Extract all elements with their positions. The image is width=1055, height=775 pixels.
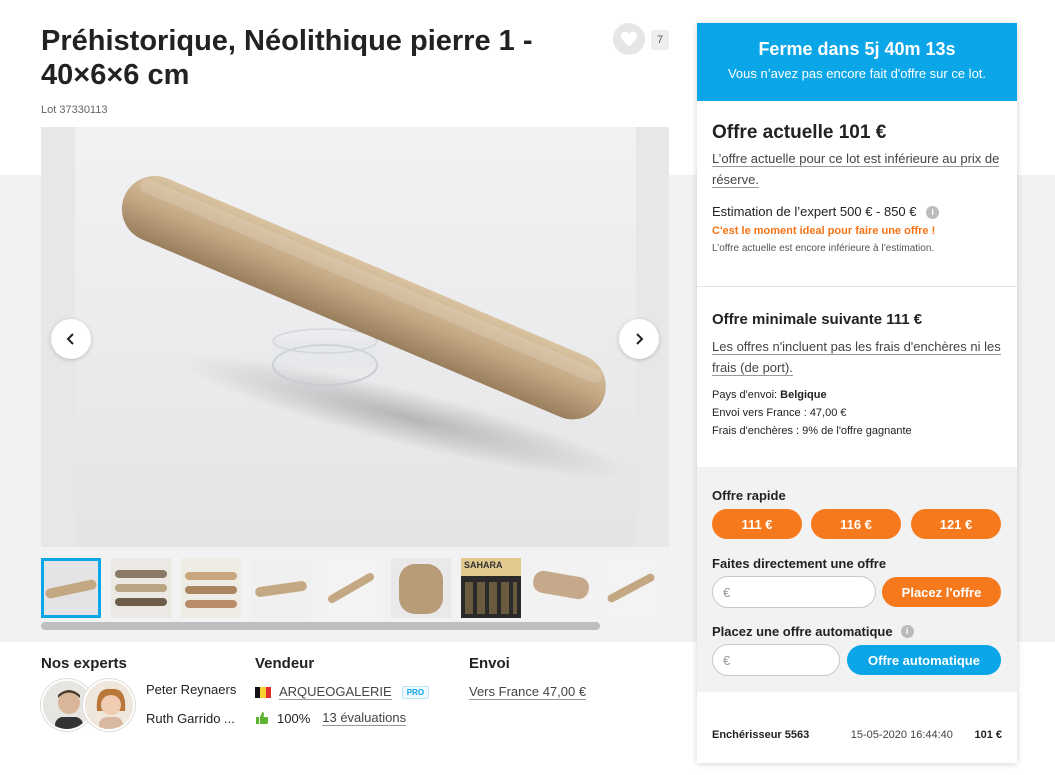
image-viewer[interactable] [41, 127, 669, 547]
seller-rating-row: 100% 13 évaluations [255, 710, 407, 726]
direct-bid-label: Faites directement une offre [712, 556, 887, 571]
auto-bid-input[interactable]: € [712, 644, 840, 676]
thumbs-up-icon [256, 712, 268, 724]
ship-country: Belgique [780, 389, 827, 401]
expert-estimate: Estimation de l’expert 500 € - 850 € [712, 204, 917, 219]
scrollbar-thumb[interactable] [41, 622, 600, 630]
info-icon[interactable]: i [900, 625, 914, 638]
below-estimate-note: L’offre actuelle est encore inférieure à… [712, 243, 935, 255]
estimate-row: Estimation de l’expert 500 € - 850 € i [712, 204, 1002, 220]
min-next-bid: Offre minimale suivante 111 € [712, 311, 923, 328]
fees-note-link[interactable]: Les offres n'incluent pas les frais d'en… [712, 339, 1001, 376]
bid-history-row: Enchérisseur 5563 15-05-2020 16:44:40 10… [712, 729, 1002, 741]
shipping-link[interactable]: Vers France 47,00 € [469, 684, 587, 700]
next-image-button[interactable] [619, 319, 659, 359]
lot-title: Préhistorique, Néolithique pierre 1 - 40… [41, 25, 533, 91]
chevron-left-icon [66, 333, 74, 345]
countdown-timer: Ferme dans 5j 40m 13s [758, 39, 956, 59]
lot-photo[interactable] [75, 127, 636, 547]
thumbnail[interactable] [251, 558, 311, 618]
thumbnail[interactable] [601, 558, 661, 618]
thumbnail-strip: SAHARA [41, 558, 669, 620]
experts-heading: Nos experts [41, 655, 127, 672]
currency-symbol: € [723, 584, 731, 600]
seller-reviews-link[interactable]: 13 évaluations [322, 710, 407, 726]
current-bid-section: Offre actuelle 101 € L’offre actuelle po… [697, 122, 1017, 254]
lot-number: Lot 37330113 [41, 104, 108, 116]
countdown-subtitle: Vous n’avez pas encore fait d'offre sur … [727, 66, 987, 81]
thumbnail-scrollbar[interactable] [41, 622, 669, 630]
currency-symbol: € [723, 652, 731, 668]
thumbnail[interactable] [181, 558, 241, 618]
chevron-right-icon [636, 333, 644, 345]
favorite-count: 7 [651, 30, 669, 50]
current-bid: Offre actuelle 101 € [712, 122, 887, 143]
place-bid-button[interactable]: Placez l'offre [882, 577, 1001, 607]
previous-image-button[interactable] [51, 319, 91, 359]
book-cover-title: SAHARA [461, 558, 521, 576]
thumbnail[interactable] [391, 558, 451, 618]
bid-date: 15-05-2020 16:44:40 [850, 729, 953, 741]
auto-bid-button[interactable]: Offre automatique [847, 645, 1001, 675]
ship-cost: Envoi vers France : 47,00 € [712, 407, 847, 419]
quick-bid-button[interactable]: 111 € [712, 509, 802, 539]
seller-name[interactable]: ARQUEOGALERIE [279, 684, 392, 700]
shipping-row: Vers France 47,00 € [469, 684, 587, 700]
expert-name[interactable]: Peter Reynaers [146, 682, 236, 697]
belgium-flag-icon [255, 686, 271, 698]
ship-country-label: Pays d'envoi: [712, 389, 778, 401]
seller-rating: 100% [277, 710, 311, 726]
quick-bid-label: Offre rapide [712, 488, 786, 503]
person-icon [85, 681, 133, 729]
bid-amount-input[interactable]: € [712, 576, 876, 608]
panel-divider [697, 286, 1017, 287]
ship-country-row: Pays d'envoi: Belgique [712, 386, 1002, 404]
expert-name[interactable]: Ruth Garrido ... [146, 711, 235, 726]
thumbnail[interactable] [111, 558, 171, 618]
pro-badge: PRO [401, 685, 430, 699]
seller-heading: Vendeur [255, 655, 315, 672]
favorite-button[interactable] [613, 23, 645, 55]
thumbnail[interactable] [531, 558, 591, 618]
thumbnail[interactable] [321, 558, 381, 618]
info-icon[interactable]: i [926, 206, 940, 220]
auto-bid-row: Placez une offre automatique i [712, 624, 914, 639]
reserve-note-link[interactable]: L’offre actuelle pour ce lot est inférie… [712, 151, 1000, 188]
seller-row: ARQUEOGALERIE PRO [255, 684, 430, 700]
min-bid-section: Offre minimale suivante 111 € Les offres… [697, 311, 1017, 440]
shipping-heading: Envoi [469, 655, 510, 672]
quick-bid-button[interactable]: 121 € [911, 509, 1001, 539]
countdown-banner: Ferme dans 5j 40m 13s Vous n’avez pas en… [697, 23, 1017, 101]
quick-bid-button[interactable]: 116 € [811, 509, 901, 539]
thumbnail[interactable]: SAHARA [461, 558, 521, 618]
auction-fees: Frais d'enchères : 9% de l'offre gagnant… [712, 425, 912, 437]
bid-actions-area: Offre rapide 111 € 116 € 121 € Faites di… [697, 467, 1017, 692]
bid-amount: 101 € [974, 729, 1002, 741]
thumbnail[interactable] [41, 558, 101, 618]
bidder-name: Enchérisseur 5563 [712, 729, 810, 741]
heart-icon [621, 31, 637, 47]
auto-bid-label: Placez une offre automatique [712, 624, 893, 639]
bidding-panel: Ferme dans 5j 40m 13s Vous n’avez pas en… [697, 23, 1017, 763]
bid-encouragement: C'est le moment ideal pour faire une off… [712, 225, 936, 238]
stone-rod-image [121, 175, 629, 479]
expert-avatar[interactable] [83, 679, 135, 731]
